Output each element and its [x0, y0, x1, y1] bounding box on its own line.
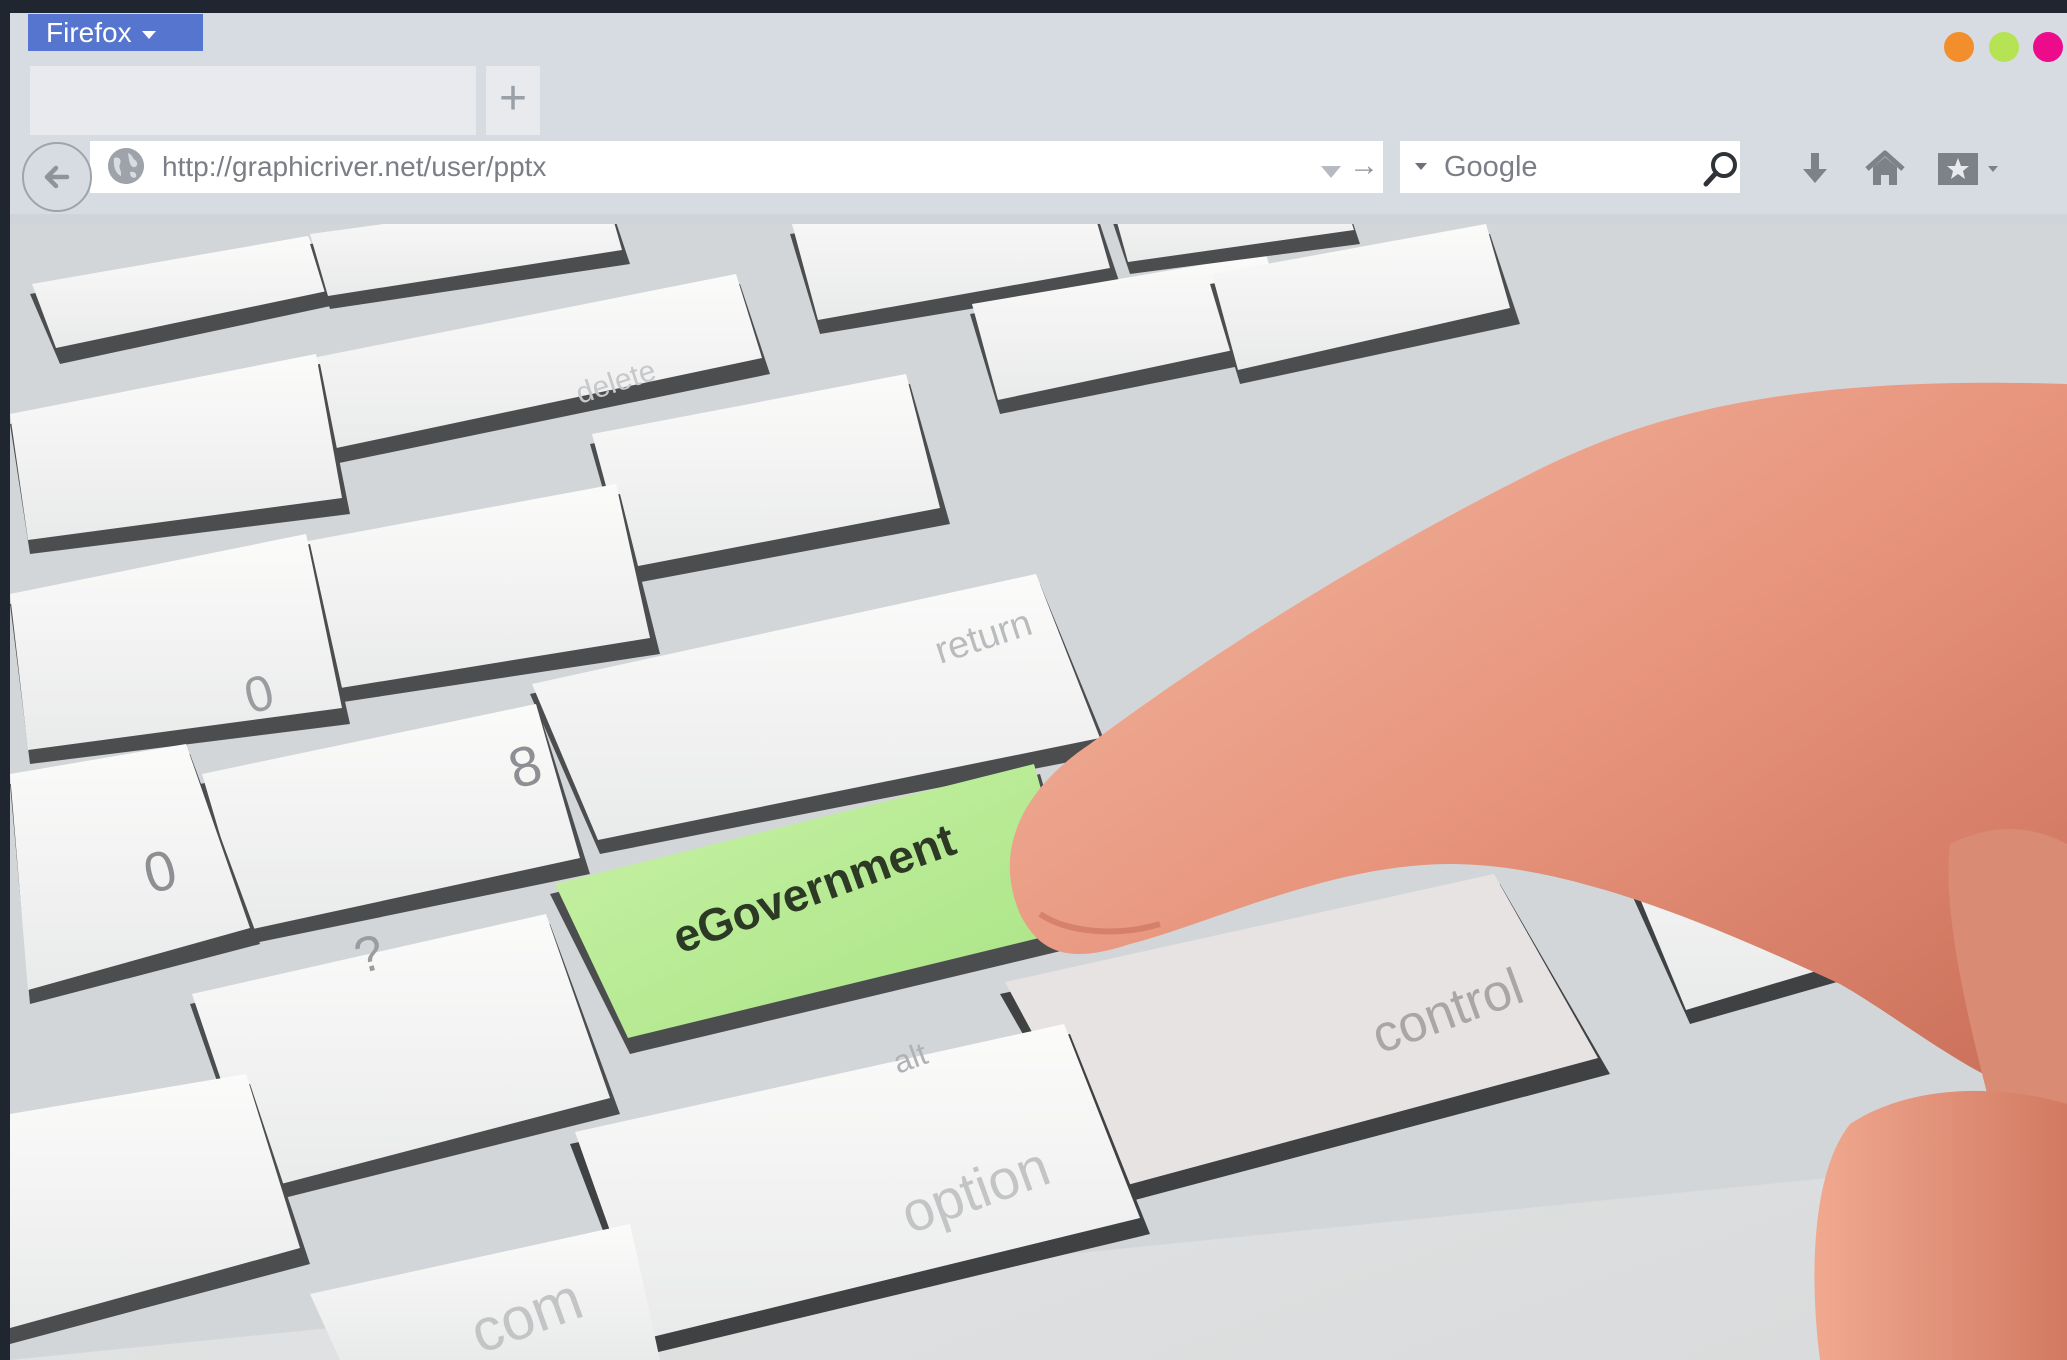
new-tab-button[interactable]: + [486, 66, 540, 135]
home-icon[interactable] [1863, 149, 1907, 189]
search-input[interactable]: Google [1444, 149, 1538, 185]
keyboard-photo: return control option alt delete com eGo… [10, 224, 2067, 1360]
url-dropdown-icon[interactable] [1321, 166, 1341, 178]
bookmarks-icon[interactable] [1936, 149, 2016, 189]
search-icon[interactable] [1698, 147, 1742, 191]
chevron-down-icon [141, 30, 156, 39]
minimize-button[interactable] [1944, 32, 1974, 62]
page-content-image: return control option alt delete com eGo… [10, 224, 2067, 1360]
back-arrow-icon [44, 165, 70, 189]
close-button[interactable] [2033, 32, 2063, 62]
firefox-menu-label: Firefox [46, 17, 132, 48]
download-icon[interactable] [1795, 149, 1835, 189]
maximize-button[interactable] [1989, 32, 2019, 62]
plus-icon: + [498, 72, 528, 125]
browser-window: Firefox + http://graphicriver.net/user/p… [10, 13, 2067, 1360]
globe-icon [108, 148, 144, 184]
search-engine-dropdown-icon[interactable] [1415, 163, 1427, 170]
firefox-menu-button[interactable]: Firefox [28, 14, 203, 51]
go-arrow-icon[interactable]: → [1349, 151, 1379, 181]
browser-tab[interactable] [30, 66, 476, 135]
back-button[interactable] [22, 142, 92, 212]
url-text[interactable]: http://graphicriver.net/user/pptx [162, 149, 546, 185]
